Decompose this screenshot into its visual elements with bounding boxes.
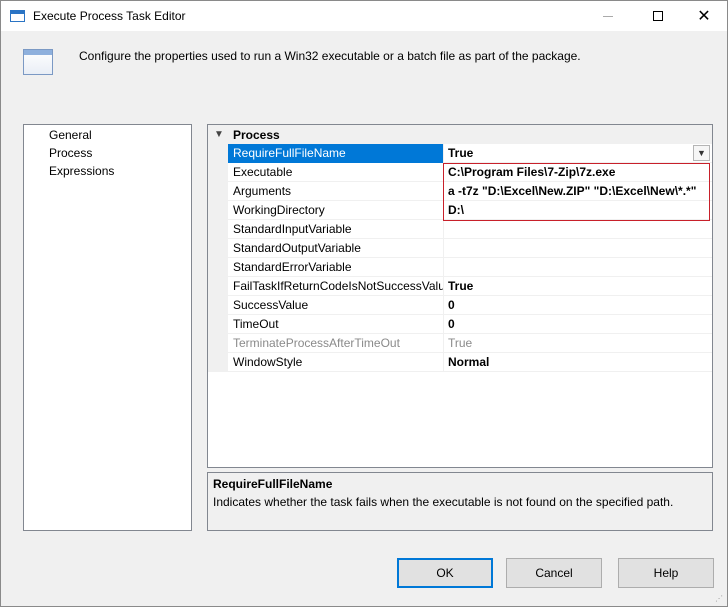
help-button[interactable]: Help: [618, 558, 714, 588]
category-label: Process: [233, 128, 280, 142]
property-row-requirefullfilename[interactable]: RequireFullFileName True ▼: [228, 144, 712, 163]
task-icon: [23, 49, 53, 75]
property-value[interactable]: [445, 258, 712, 277]
page-nav: General Process Expressions: [23, 124, 192, 531]
property-value[interactable]: 0: [445, 296, 712, 315]
property-row-failtaskifreturncodeisnotsuccessvalue[interactable]: FailTaskIfReturnCodeIsNotSuccessValue Tr…: [228, 277, 712, 296]
nav-item-expressions[interactable]: Expressions: [49, 164, 114, 178]
property-row-windowstyle[interactable]: WindowStyle Normal: [228, 353, 712, 372]
chevron-down-icon[interactable]: ▼: [214, 129, 224, 140]
category-row-process[interactable]: ▼ Process: [208, 125, 712, 144]
property-value[interactable]: True: [445, 277, 712, 296]
property-name: TerminateProcessAfterTimeOut: [228, 334, 444, 353]
property-row-successvalue[interactable]: SuccessValue 0: [228, 296, 712, 315]
nav-item-process[interactable]: Process: [49, 146, 92, 160]
minimize-button[interactable]: [585, 1, 631, 31]
maximize-button[interactable]: [635, 1, 681, 31]
cancel-button[interactable]: Cancel: [506, 558, 602, 588]
property-row-timeout[interactable]: TimeOut 0: [228, 315, 712, 334]
property-name: WorkingDirectory: [228, 201, 444, 220]
nav-item-general[interactable]: General: [49, 128, 92, 142]
property-name: FailTaskIfReturnCodeIsNotSuccessValue: [228, 277, 444, 296]
description-pane: RequireFullFileName Indicates whether th…: [207, 472, 713, 531]
grid-margin: [208, 144, 228, 372]
dialog-window: Execute Process Task Editor ✕ Configure …: [0, 0, 728, 607]
description-text: Indicates whether the task fails when th…: [213, 495, 674, 509]
dropdown-button[interactable]: ▼: [693, 145, 710, 161]
property-value[interactable]: [445, 220, 712, 239]
property-row-standardinputvariable[interactable]: StandardInputVariable: [228, 220, 712, 239]
property-name: TimeOut: [228, 315, 444, 334]
property-name: RequireFullFileName: [228, 144, 444, 163]
close-icon: ✕: [697, 8, 711, 25]
window-title: Execute Process Task Editor: [33, 9, 186, 23]
property-value[interactable]: [445, 239, 712, 258]
property-name: StandardErrorVariable: [228, 258, 444, 277]
property-value[interactable]: 0: [445, 315, 712, 334]
property-name: WindowStyle: [228, 353, 444, 372]
property-value: True: [448, 336, 473, 350]
property-name: SuccessValue: [228, 296, 444, 315]
property-row-terminateprocessaftertimeout[interactable]: TerminateProcessAfterTimeOut True: [228, 334, 712, 353]
header-description: Configure the properties used to run a W…: [79, 49, 581, 63]
resize-grip-icon[interactable]: ⋰: [715, 594, 725, 604]
property-value[interactable]: Normal: [445, 353, 712, 372]
property-name: Executable: [228, 163, 444, 182]
highlight-annotation: [443, 163, 710, 221]
property-row-standarderrorvariable[interactable]: StandardErrorVariable: [228, 258, 712, 277]
property-row-standardoutputvariable[interactable]: StandardOutputVariable: [228, 239, 712, 258]
property-name: Arguments: [228, 182, 444, 201]
title-bar[interactable]: Execute Process Task Editor ✕: [1, 1, 727, 31]
ok-button[interactable]: OK: [397, 558, 493, 588]
description-title: RequireFullFileName: [213, 477, 333, 491]
chevron-down-icon: ▼: [697, 148, 706, 158]
window-icon: [10, 10, 25, 22]
minimize-icon: [603, 15, 613, 17]
maximize-icon: [653, 11, 663, 21]
close-button[interactable]: ✕: [681, 1, 727, 31]
property-value[interactable]: True: [445, 144, 712, 163]
property-name: StandardOutputVariable: [228, 239, 444, 258]
property-name: StandardInputVariable: [228, 220, 444, 239]
